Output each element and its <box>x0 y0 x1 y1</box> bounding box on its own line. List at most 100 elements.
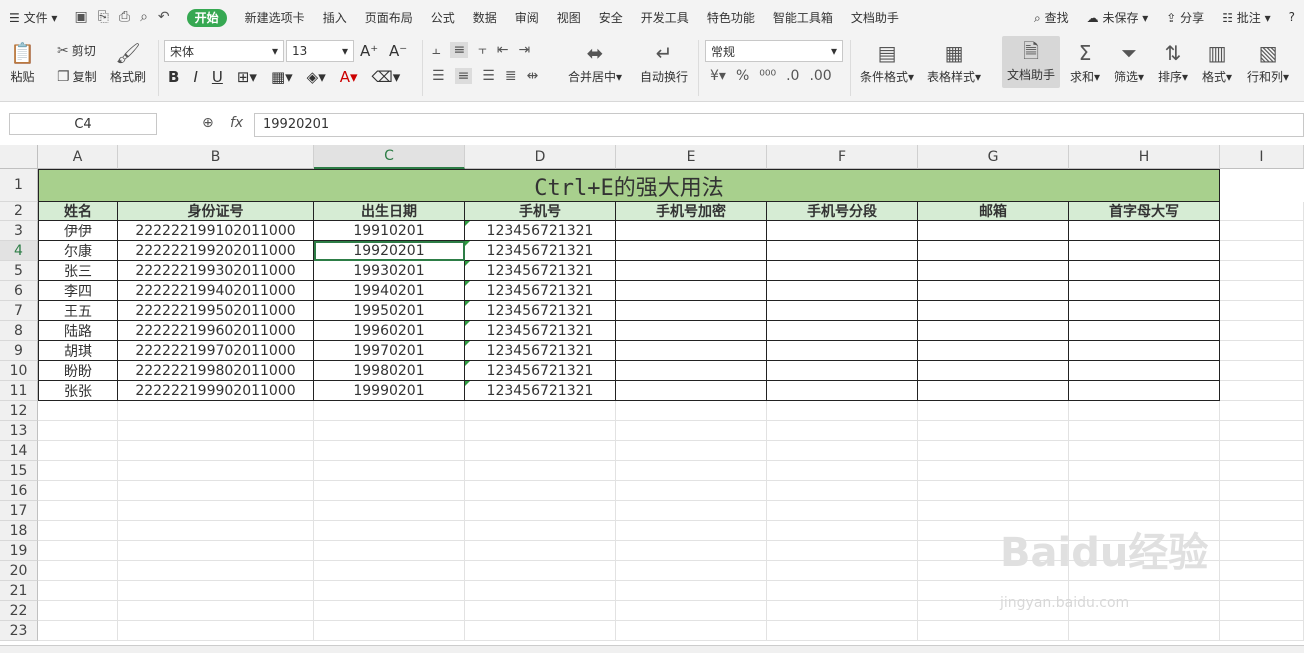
cell-C5[interactable]: 19930201 <box>314 261 465 281</box>
cell-E12[interactable] <box>616 401 767 421</box>
cell-B23[interactable] <box>118 621 314 641</box>
cell-I12[interactable] <box>1220 401 1304 421</box>
cell-A11[interactable]: 张张 <box>38 381 118 401</box>
tab-10[interactable]: 特色功能 <box>698 9 764 26</box>
cell-F3[interactable] <box>767 221 918 241</box>
cell-C7[interactable]: 19950201 <box>314 301 465 321</box>
cell-I15[interactable] <box>1220 461 1304 481</box>
cell-H6[interactable] <box>1069 281 1220 301</box>
cell-B18[interactable] <box>118 521 314 541</box>
cell-A7[interactable]: 王五 <box>38 301 118 321</box>
cell-G4[interactable] <box>918 241 1069 261</box>
cell-I11[interactable] <box>1220 381 1304 401</box>
cell-C18[interactable] <box>314 521 465 541</box>
cell-H11[interactable] <box>1069 381 1220 401</box>
cell-C21[interactable] <box>314 581 465 601</box>
cell-B5[interactable]: 222222199302011000 <box>118 261 314 281</box>
cell-B6[interactable]: 222222199402011000 <box>118 281 314 301</box>
cell-H13[interactable] <box>1069 421 1220 441</box>
cell-D18[interactable] <box>465 521 616 541</box>
fill-color-icon[interactable]: ◈▾ <box>307 68 326 86</box>
cell-B13[interactable] <box>118 421 314 441</box>
cell-H10[interactable] <box>1069 361 1220 381</box>
distribute-icon[interactable]: ⇹ <box>527 68 539 84</box>
row-header-21[interactable]: 21 <box>0 581 38 601</box>
tab-4[interactable]: 公式 <box>422 9 464 26</box>
cell-H17[interactable] <box>1069 501 1220 521</box>
cell-G17[interactable] <box>918 501 1069 521</box>
cell-E9[interactable] <box>616 341 767 361</box>
cell-C12[interactable] <box>314 401 465 421</box>
cell-I16[interactable] <box>1220 481 1304 501</box>
preview-icon[interactable]: ⌕ <box>140 9 148 25</box>
indent-increase-icon[interactable]: ⇥ <box>518 42 530 58</box>
cell-H23[interactable] <box>1069 621 1220 641</box>
comment-button[interactable]: ☷ 批注 ▾ <box>1213 9 1279 26</box>
cell-B19[interactable] <box>118 541 314 561</box>
underline-icon[interactable]: U <box>212 68 223 86</box>
cell-G8[interactable] <box>918 321 1069 341</box>
percent-icon[interactable]: % <box>736 68 749 84</box>
cell-D13[interactable] <box>465 421 616 441</box>
thousands-icon[interactable]: ⁰⁰⁰ <box>759 68 776 84</box>
cell-A21[interactable] <box>38 581 118 601</box>
cell-G3[interactable] <box>918 221 1069 241</box>
cell-B15[interactable] <box>118 461 314 481</box>
row-header-1[interactable]: 1 <box>0 169 38 202</box>
increase-decimal-icon[interactable]: .0 <box>786 68 799 84</box>
cell-B2[interactable]: 身份证号 <box>118 202 314 221</box>
row-header-18[interactable]: 18 <box>0 521 38 541</box>
cell-F10[interactable] <box>767 361 918 381</box>
row-header-23[interactable]: 23 <box>0 621 38 641</box>
cell-A13[interactable] <box>38 421 118 441</box>
cell-B11[interactable]: 222222199902011000 <box>118 381 314 401</box>
cell-A14[interactable] <box>38 441 118 461</box>
cell-D11[interactable]: 123456721321 <box>465 381 616 401</box>
cell-D17[interactable] <box>465 501 616 521</box>
cell-B22[interactable] <box>118 601 314 621</box>
cell-B12[interactable] <box>118 401 314 421</box>
row-header-15[interactable]: 15 <box>0 461 38 481</box>
tab-1[interactable]: 新建选项卡 <box>236 9 314 26</box>
cell-G23[interactable] <box>918 621 1069 641</box>
cell-F6[interactable] <box>767 281 918 301</box>
search-button[interactable]: ⌕ 查找 <box>1025 9 1078 26</box>
row-header-7[interactable]: 7 <box>0 301 38 321</box>
column-header-E[interactable]: E <box>616 145 767 169</box>
row-header-19[interactable]: 19 <box>0 541 38 561</box>
align-center-icon[interactable]: ≡ <box>454 68 473 84</box>
cell-A23[interactable] <box>38 621 118 641</box>
column-header-I[interactable]: I <box>1220 145 1304 169</box>
row-header-3[interactable]: 3 <box>0 221 38 241</box>
cell-C17[interactable] <box>314 501 465 521</box>
cell-D4[interactable]: 123456721321 <box>465 241 616 261</box>
cell-E20[interactable] <box>616 561 767 581</box>
row-header-17[interactable]: 17 <box>0 501 38 521</box>
cell-G14[interactable] <box>918 441 1069 461</box>
justify-icon[interactable]: ≣ <box>505 68 517 84</box>
row-header-12[interactable]: 12 <box>0 401 38 421</box>
cell-E13[interactable] <box>616 421 767 441</box>
cell-C2[interactable]: 出生日期 <box>314 202 465 221</box>
cell-F20[interactable] <box>767 561 918 581</box>
cell-H12[interactable] <box>1069 401 1220 421</box>
undo-icon[interactable]: ↶ <box>158 9 170 25</box>
cell-C3[interactable]: 19910201 <box>314 221 465 241</box>
cell-F23[interactable] <box>767 621 918 641</box>
cell-D3[interactable]: 123456721321 <box>465 221 616 241</box>
table-style-button[interactable]: ▦ 表格样式▾ <box>927 38 981 85</box>
align-bottom-icon[interactable]: ⫟ <box>478 42 486 58</box>
print-icon[interactable]: ⎙ <box>119 9 130 25</box>
cell-D23[interactable] <box>465 621 616 641</box>
decrease-font-icon[interactable]: A⁻ <box>389 42 407 60</box>
cell-C6[interactable]: 19940201 <box>314 281 465 301</box>
cell-B20[interactable] <box>118 561 314 581</box>
cell-H15[interactable] <box>1069 461 1220 481</box>
save-icon[interactable]: ▣ <box>74 9 87 25</box>
cell-E21[interactable] <box>616 581 767 601</box>
cell-H5[interactable] <box>1069 261 1220 281</box>
cell-I18[interactable] <box>1220 521 1304 541</box>
cell-D14[interactable] <box>465 441 616 461</box>
cell-H3[interactable] <box>1069 221 1220 241</box>
cell-F22[interactable] <box>767 601 918 621</box>
